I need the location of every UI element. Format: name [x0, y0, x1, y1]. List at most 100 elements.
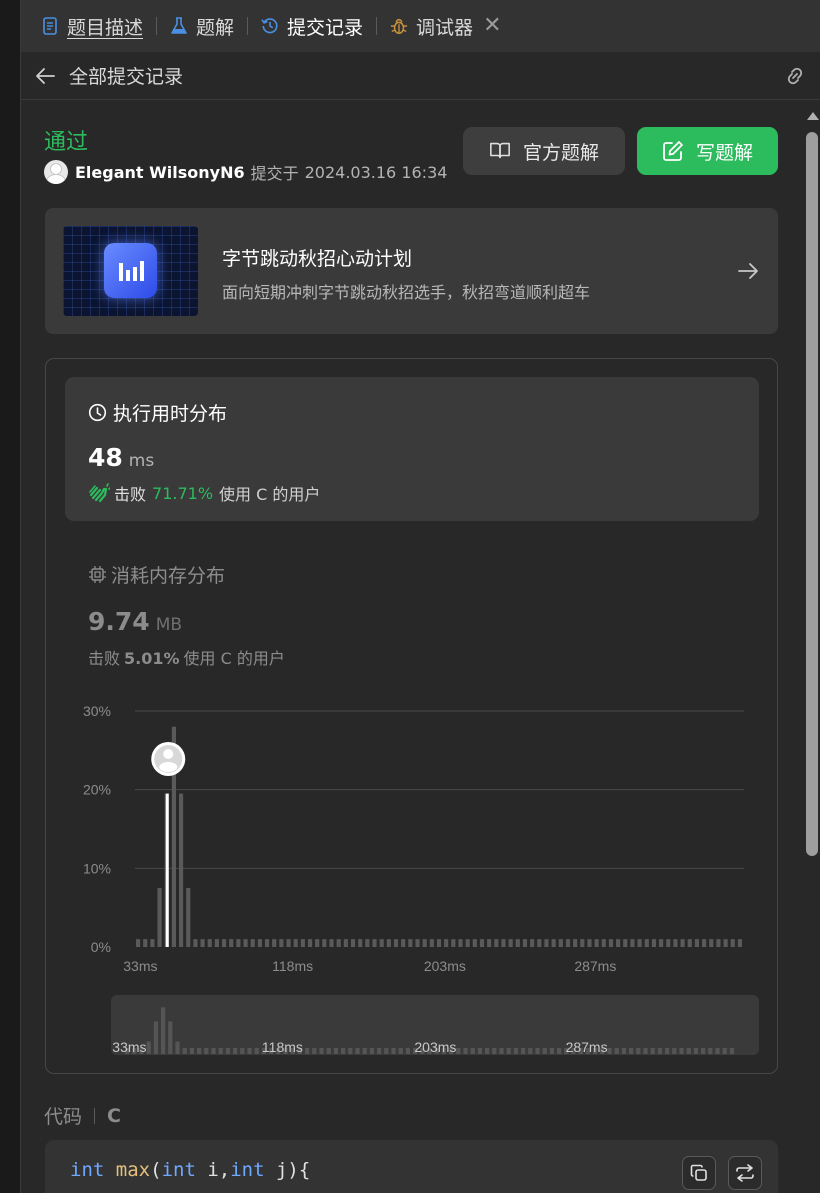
navigator-bar — [168, 1021, 173, 1054]
navigator-tick-label: 118ms — [262, 1039, 303, 1055]
submission-panel: 题目描述 题解 提交记录 调试器 ✕ 全部提交记录 通过 Elegant Wil… — [20, 0, 820, 1193]
write-solution-button[interactable]: 写题解 — [637, 127, 778, 175]
chart-bar — [644, 939, 649, 947]
chart-bar — [587, 939, 592, 947]
runtime-heading-label: 执行用时分布 — [113, 403, 228, 425]
chart-bar — [444, 939, 449, 947]
official-solution-button[interactable]: 官方题解 — [463, 127, 625, 175]
navigator-bar — [722, 1048, 727, 1054]
flask-icon — [170, 16, 188, 36]
chart-bar — [673, 939, 678, 947]
navigator-bar — [182, 1048, 187, 1054]
chart-bar — [307, 939, 313, 947]
navigator-bar — [348, 1048, 353, 1054]
navigator-bar — [549, 1048, 554, 1054]
arrow-right-icon[interactable] — [736, 259, 760, 283]
scroll-up-arrow-icon[interactable] — [807, 112, 819, 120]
x-tick-label: 33ms — [123, 958, 157, 974]
bug-icon — [390, 16, 408, 36]
runtime-beat-suffix: 使用 C 的用户 — [219, 485, 321, 504]
memory-unit: MB — [155, 615, 183, 635]
submission-detail: 通过 Elegant WilsonyN6 提交于 2024.03.16 16:3… — [21, 100, 801, 1193]
tab-solutions[interactable]: 题解 — [170, 0, 234, 52]
navigator-bar — [621, 1048, 626, 1054]
navigator-bar — [506, 1048, 511, 1054]
runtime-distribution-chart[interactable]: 30% 20% 10% 0% 33ms 118ms 203ms 287ms — [46, 689, 779, 979]
chart-range-navigator[interactable]: 33ms 118ms 203ms 287ms — [111, 995, 759, 1055]
chart-bar — [558, 939, 563, 947]
copy-button[interactable] — [682, 1156, 716, 1190]
chart-bar — [680, 939, 685, 947]
chart-bar — [479, 939, 485, 947]
tab-bar: 题目描述 题解 提交记录 调试器 ✕ — [21, 0, 820, 52]
promo-banner[interactable]: 字节跳动秋招心动计划 面向短期冲刺字节跳动秋招选手，秋招弯道顺利超车 — [45, 208, 778, 334]
chart-bar — [630, 939, 635, 947]
back-arrow-icon[interactable] — [35, 65, 57, 87]
link-icon[interactable] — [783, 65, 807, 87]
code-line: int max(int i,int j){ — [70, 1159, 311, 1181]
chart-bar — [214, 939, 219, 947]
code-label: 代码 — [44, 1106, 83, 1128]
tab-debugger[interactable]: 调试器 — [390, 0, 473, 52]
navigator-bar — [218, 1048, 223, 1054]
navigator-bar — [175, 1041, 180, 1054]
avatar[interactable] — [44, 160, 68, 184]
tab-divider — [376, 17, 378, 35]
chart-bar — [272, 939, 277, 947]
chart-bar — [329, 939, 334, 947]
navigator-bar — [211, 1048, 216, 1054]
highlight-bar — [165, 793, 169, 947]
navigator-bar — [485, 1048, 490, 1054]
document-icon — [41, 16, 59, 36]
author-name[interactable]: Elegant WilsonyN6 — [75, 163, 245, 182]
history-icon — [261, 16, 279, 36]
chart-bar — [365, 939, 370, 947]
chart-bar — [322, 939, 327, 947]
chart-bar — [702, 939, 707, 947]
navigator-bar — [254, 1048, 259, 1054]
navigator-bar — [305, 1048, 310, 1054]
chart-bar — [408, 939, 413, 947]
chart-bar — [451, 939, 456, 947]
tab-label: 调试器 — [416, 16, 474, 39]
chart-bar — [730, 939, 735, 947]
runtime-beat: 击败 71.71% 使用 C 的用户 — [88, 481, 320, 505]
chart-bar — [264, 939, 270, 947]
write-solution-label: 写题解 — [695, 141, 753, 164]
x-tick-label: 203ms — [424, 958, 466, 974]
memory-beat-percent: 5.01% — [124, 649, 180, 668]
memory-heading[interactable]: 消耗内存分布 — [88, 561, 225, 588]
navigator-bar — [665, 1048, 670, 1054]
navigator-bar — [542, 1048, 547, 1054]
navigator-bar — [513, 1048, 518, 1054]
code-block[interactable]: int max(int i,int j){ — [45, 1140, 778, 1193]
scroll-thumb[interactable] — [806, 132, 818, 856]
navigator-bar — [405, 1048, 410, 1054]
navigator-bar — [657, 1048, 662, 1054]
chart-bar — [429, 939, 434, 947]
code-function-name: max — [115, 1159, 151, 1181]
chart-bar — [229, 939, 234, 947]
vertical-scrollbar[interactable] — [804, 108, 820, 1193]
chart-bar — [243, 939, 248, 947]
chart-bar — [293, 939, 298, 947]
navigator-bar — [153, 1021, 158, 1054]
navigator-bar — [629, 1048, 634, 1054]
navigator-bar — [204, 1048, 209, 1054]
y-tick-label: 20% — [83, 782, 111, 798]
tab-description[interactable]: 题目描述 — [41, 0, 143, 52]
chart-bar — [709, 939, 714, 947]
close-icon[interactable]: ✕ — [483, 15, 501, 37]
runtime-panel[interactable]: 执行用时分布 48 ms 击败 71.71% 使用 C 的用户 — [65, 377, 759, 521]
banner-title: 字节跳动秋招心动计划 — [222, 248, 413, 270]
chart-bar — [257, 939, 262, 947]
chart-logo-icon — [104, 243, 157, 298]
subheader-title: 全部提交记录 — [69, 66, 184, 88]
navigator-bar — [492, 1048, 497, 1054]
memory-beat-prefix: 击败 — [88, 649, 121, 668]
tab-submissions[interactable]: 提交记录 — [261, 0, 363, 52]
chart-bar — [415, 939, 420, 947]
submitted-prefix: 提交于 — [250, 164, 299, 183]
swap-button[interactable] — [728, 1156, 762, 1190]
navigator-bar — [463, 1048, 468, 1054]
